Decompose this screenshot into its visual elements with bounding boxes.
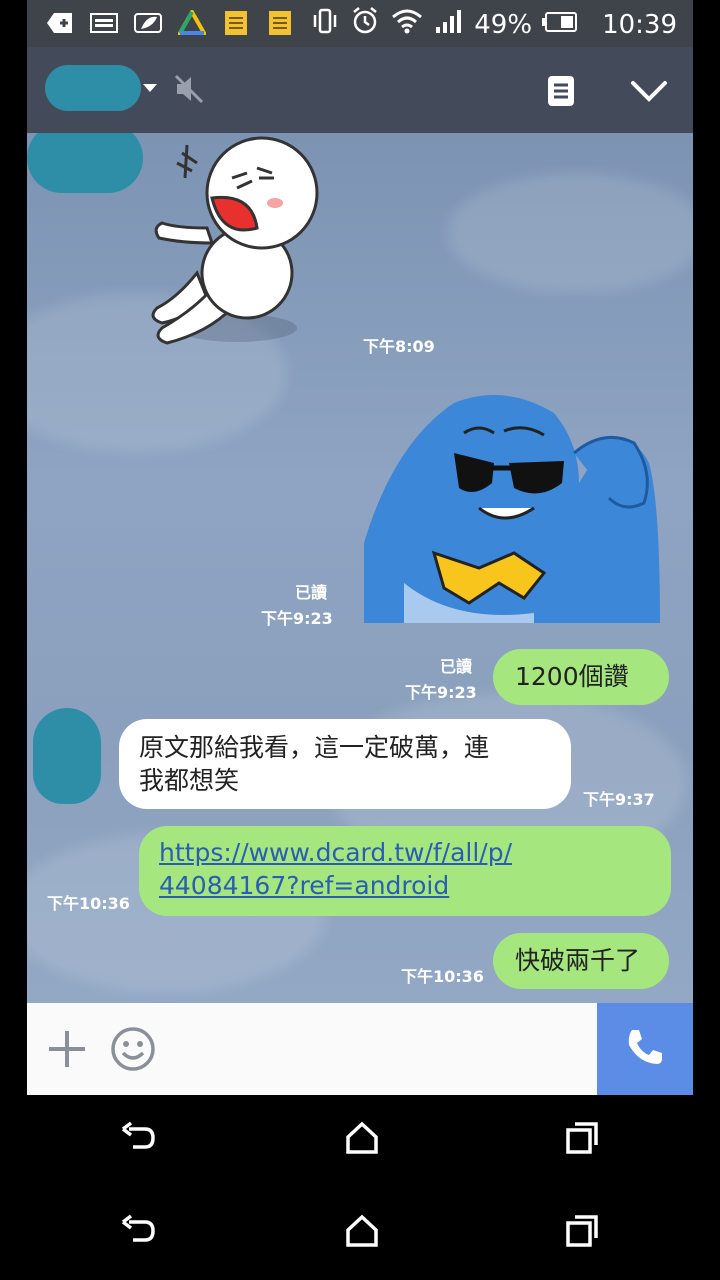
message-bubble[interactable]: 原文那給我看，這一定破萬，連 我都想笑 <box>119 719 571 809</box>
notes-notification-icon <box>221 8 251 38</box>
read-receipt: 已讀 <box>295 583 328 602</box>
message-bubble[interactable]: 快破兩千了 <box>493 933 669 989</box>
clock-time: 10:39 <box>602 9 677 40</box>
wifi-icon <box>390 6 424 43</box>
avatar[interactable] <box>27 133 143 193</box>
message-time: 下午9:23 <box>405 683 477 702</box>
url-link-continued[interactable]: 44084167?ref=android <box>159 869 651 902</box>
add-notification-icon <box>45 8 75 38</box>
message-bubble[interactable]: 1200個讚了 <box>493 649 669 747</box>
home-icon[interactable] <box>344 1121 380 1159</box>
screen: 49% 10:39 下午8:09 已讀 下午9:23 已讀 下午9:23 120… <box>27 0 693 1280</box>
emoji-icon[interactable] <box>109 1025 157 1073</box>
message-time: 下午10:36 <box>47 894 130 913</box>
chat-header <box>27 47 693 133</box>
mute-icon[interactable] <box>169 69 209 109</box>
status-bar: 49% 10:39 <box>27 0 693 47</box>
chevron-down-icon[interactable] <box>627 71 671 111</box>
input-bar <box>27 1003 693 1095</box>
message-text-line: 原文那給我看，這一定破萬，連 <box>139 733 490 762</box>
navigation-bar <box>27 1115 693 1165</box>
leaf-notification-icon <box>133 8 163 38</box>
battery-percent: 49% <box>474 9 533 40</box>
message-text: 快破兩千了 <box>515 946 641 975</box>
read-receipt: 已讀 <box>440 657 473 676</box>
url-link[interactable]: https://www.dcard.tw/f/all/p/ <box>159 836 651 869</box>
phone-icon <box>624 1026 666 1072</box>
avatar[interactable] <box>33 708 101 804</box>
drive-notification-icon <box>177 8 207 38</box>
navigation-bar-secondary <box>27 1208 693 1258</box>
message-bubble[interactable]: https://www.dcard.tw/f/all/p/ 44084167?r… <box>139 826 671 916</box>
plus-icon[interactable] <box>45 1027 89 1071</box>
recent-apps-icon[interactable] <box>565 1121 601 1159</box>
battery-icon <box>542 10 578 40</box>
notes-icon[interactable] <box>541 71 581 111</box>
contact-name-redacted[interactable] <box>45 65 141 111</box>
laughing-sticker[interactable] <box>137 133 337 358</box>
recent-apps-icon[interactable] <box>565 1214 601 1252</box>
back-icon[interactable] <box>119 1121 159 1159</box>
back-icon[interactable] <box>119 1214 159 1252</box>
message-time: 下午10:36 <box>401 967 484 986</box>
signal-icon <box>434 7 464 42</box>
gallery-notification-icon <box>89 8 119 38</box>
notes-notification-icon-2 <box>265 8 295 38</box>
vibrate-icon <box>310 6 340 43</box>
message-time: 下午9:37 <box>583 790 655 809</box>
message-time: 下午9:23 <box>261 609 333 628</box>
chevron-down-small-icon[interactable] <box>139 77 161 99</box>
chat-area[interactable]: 下午8:09 已讀 下午9:23 已讀 下午9:23 1200個讚了 <box>27 133 693 1003</box>
alarm-icon <box>350 6 380 43</box>
home-icon[interactable] <box>344 1214 380 1252</box>
sunglasses-monster-sticker[interactable] <box>364 383 660 623</box>
message-time: 下午8:09 <box>363 337 435 356</box>
call-button[interactable] <box>597 1003 693 1095</box>
message-text-line: 我都想笑 <box>139 766 240 795</box>
